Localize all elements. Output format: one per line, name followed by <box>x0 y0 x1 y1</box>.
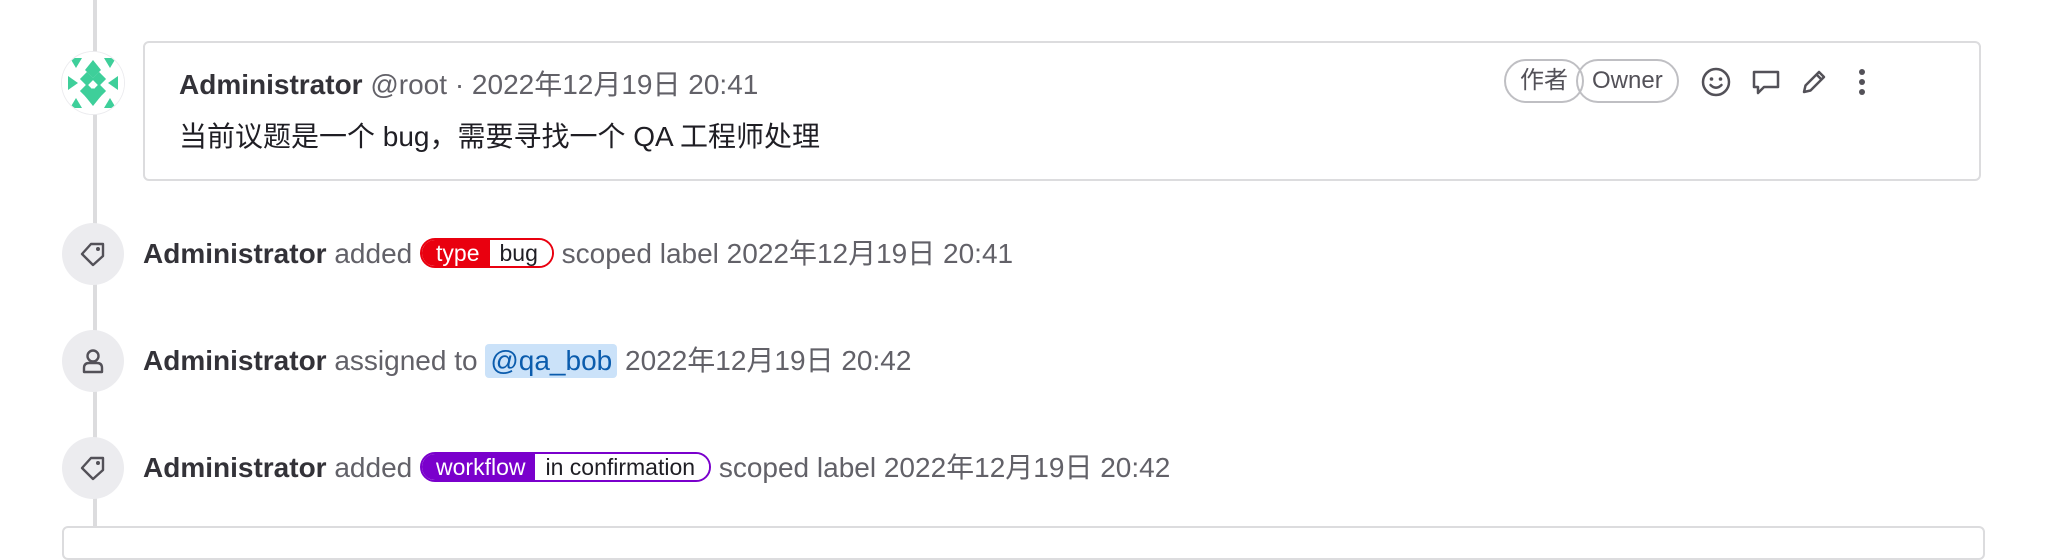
event-verb: assigned to <box>334 345 478 376</box>
edit-comment-button[interactable] <box>1793 61 1835 103</box>
event-timestamp[interactable]: 2022年12月19日 20:42 <box>884 452 1170 483</box>
comment-author-name[interactable]: Administrator <box>179 69 363 100</box>
scoped-label-type-bug[interactable]: type bug <box>420 237 554 268</box>
scoped-label-key: workflow <box>422 453 536 480</box>
user-mention[interactable]: @qa_bob <box>485 344 618 378</box>
identicon-icon <box>62 52 124 114</box>
event-verb: added <box>334 452 413 483</box>
timeline-event-label-added: Administrator added type bug scoped label… <box>62 223 1962 285</box>
event-actor[interactable]: Administrator <box>143 345 327 376</box>
scoped-label-value: in confirmation <box>535 453 710 480</box>
scoped-label-key: type <box>422 239 490 266</box>
event-text: Administrator assigned to @qa_bob 2022年1… <box>143 343 911 379</box>
user-icon <box>82 349 104 374</box>
avatar[interactable] <box>62 52 124 114</box>
event-text: Administrator added type bug scoped label… <box>143 236 1013 272</box>
reply-button[interactable] <box>1745 61 1787 103</box>
scoped-label-workflow[interactable]: workflow in confirmation <box>420 451 712 482</box>
event-actor[interactable]: Administrator <box>143 238 327 269</box>
timeline-event-label-added: Administrator added workflow in confirmat… <box>62 437 1962 499</box>
label-icon <box>80 456 105 481</box>
event-suffix: scoped label <box>718 452 877 483</box>
event-timestamp[interactable]: 2022年12月19日 20:41 <box>727 238 1013 269</box>
event-icon <box>62 330 124 392</box>
pencil-icon <box>1802 70 1826 94</box>
comment-separator: · <box>454 69 465 100</box>
role-badge: Owner <box>1576 59 1679 103</box>
event-text: Administrator added workflow in confirmat… <box>143 450 1170 486</box>
event-actor[interactable]: Administrator <box>143 452 327 483</box>
timeline-event-assigned: Administrator assigned to @qa_bob 2022年1… <box>62 330 1962 392</box>
comment-icon <box>1752 70 1780 95</box>
more-vertical-icon <box>1859 69 1865 95</box>
next-comment-card <box>62 526 1985 560</box>
event-verb: added <box>334 238 413 269</box>
scoped-label-value: bug <box>489 239 552 266</box>
label-icon <box>80 242 105 267</box>
event-timestamp[interactable]: 2022年12月19日 20:42 <box>625 345 911 376</box>
event-icon <box>62 223 124 285</box>
comment-timestamp[interactable]: 2022年12月19日 20:41 <box>472 69 758 100</box>
comment-header: Administrator @root · 2022年12月19日 20:41 <box>179 67 758 103</box>
comment-body: 当前议题是一个 bug，需要寻找一个 QA 工程师处理 <box>179 121 820 152</box>
event-suffix: scoped label <box>561 238 719 269</box>
comment-card: Administrator @root · 2022年12月19日 20:41 … <box>143 41 1981 181</box>
comment-author-handle[interactable]: @root <box>370 69 447 100</box>
event-icon <box>62 437 124 499</box>
more-actions-button[interactable] <box>1841 61 1883 103</box>
smile-icon <box>1701 67 1731 97</box>
add-reaction-button[interactable] <box>1695 61 1737 103</box>
author-badge: 作者 <box>1504 59 1584 103</box>
